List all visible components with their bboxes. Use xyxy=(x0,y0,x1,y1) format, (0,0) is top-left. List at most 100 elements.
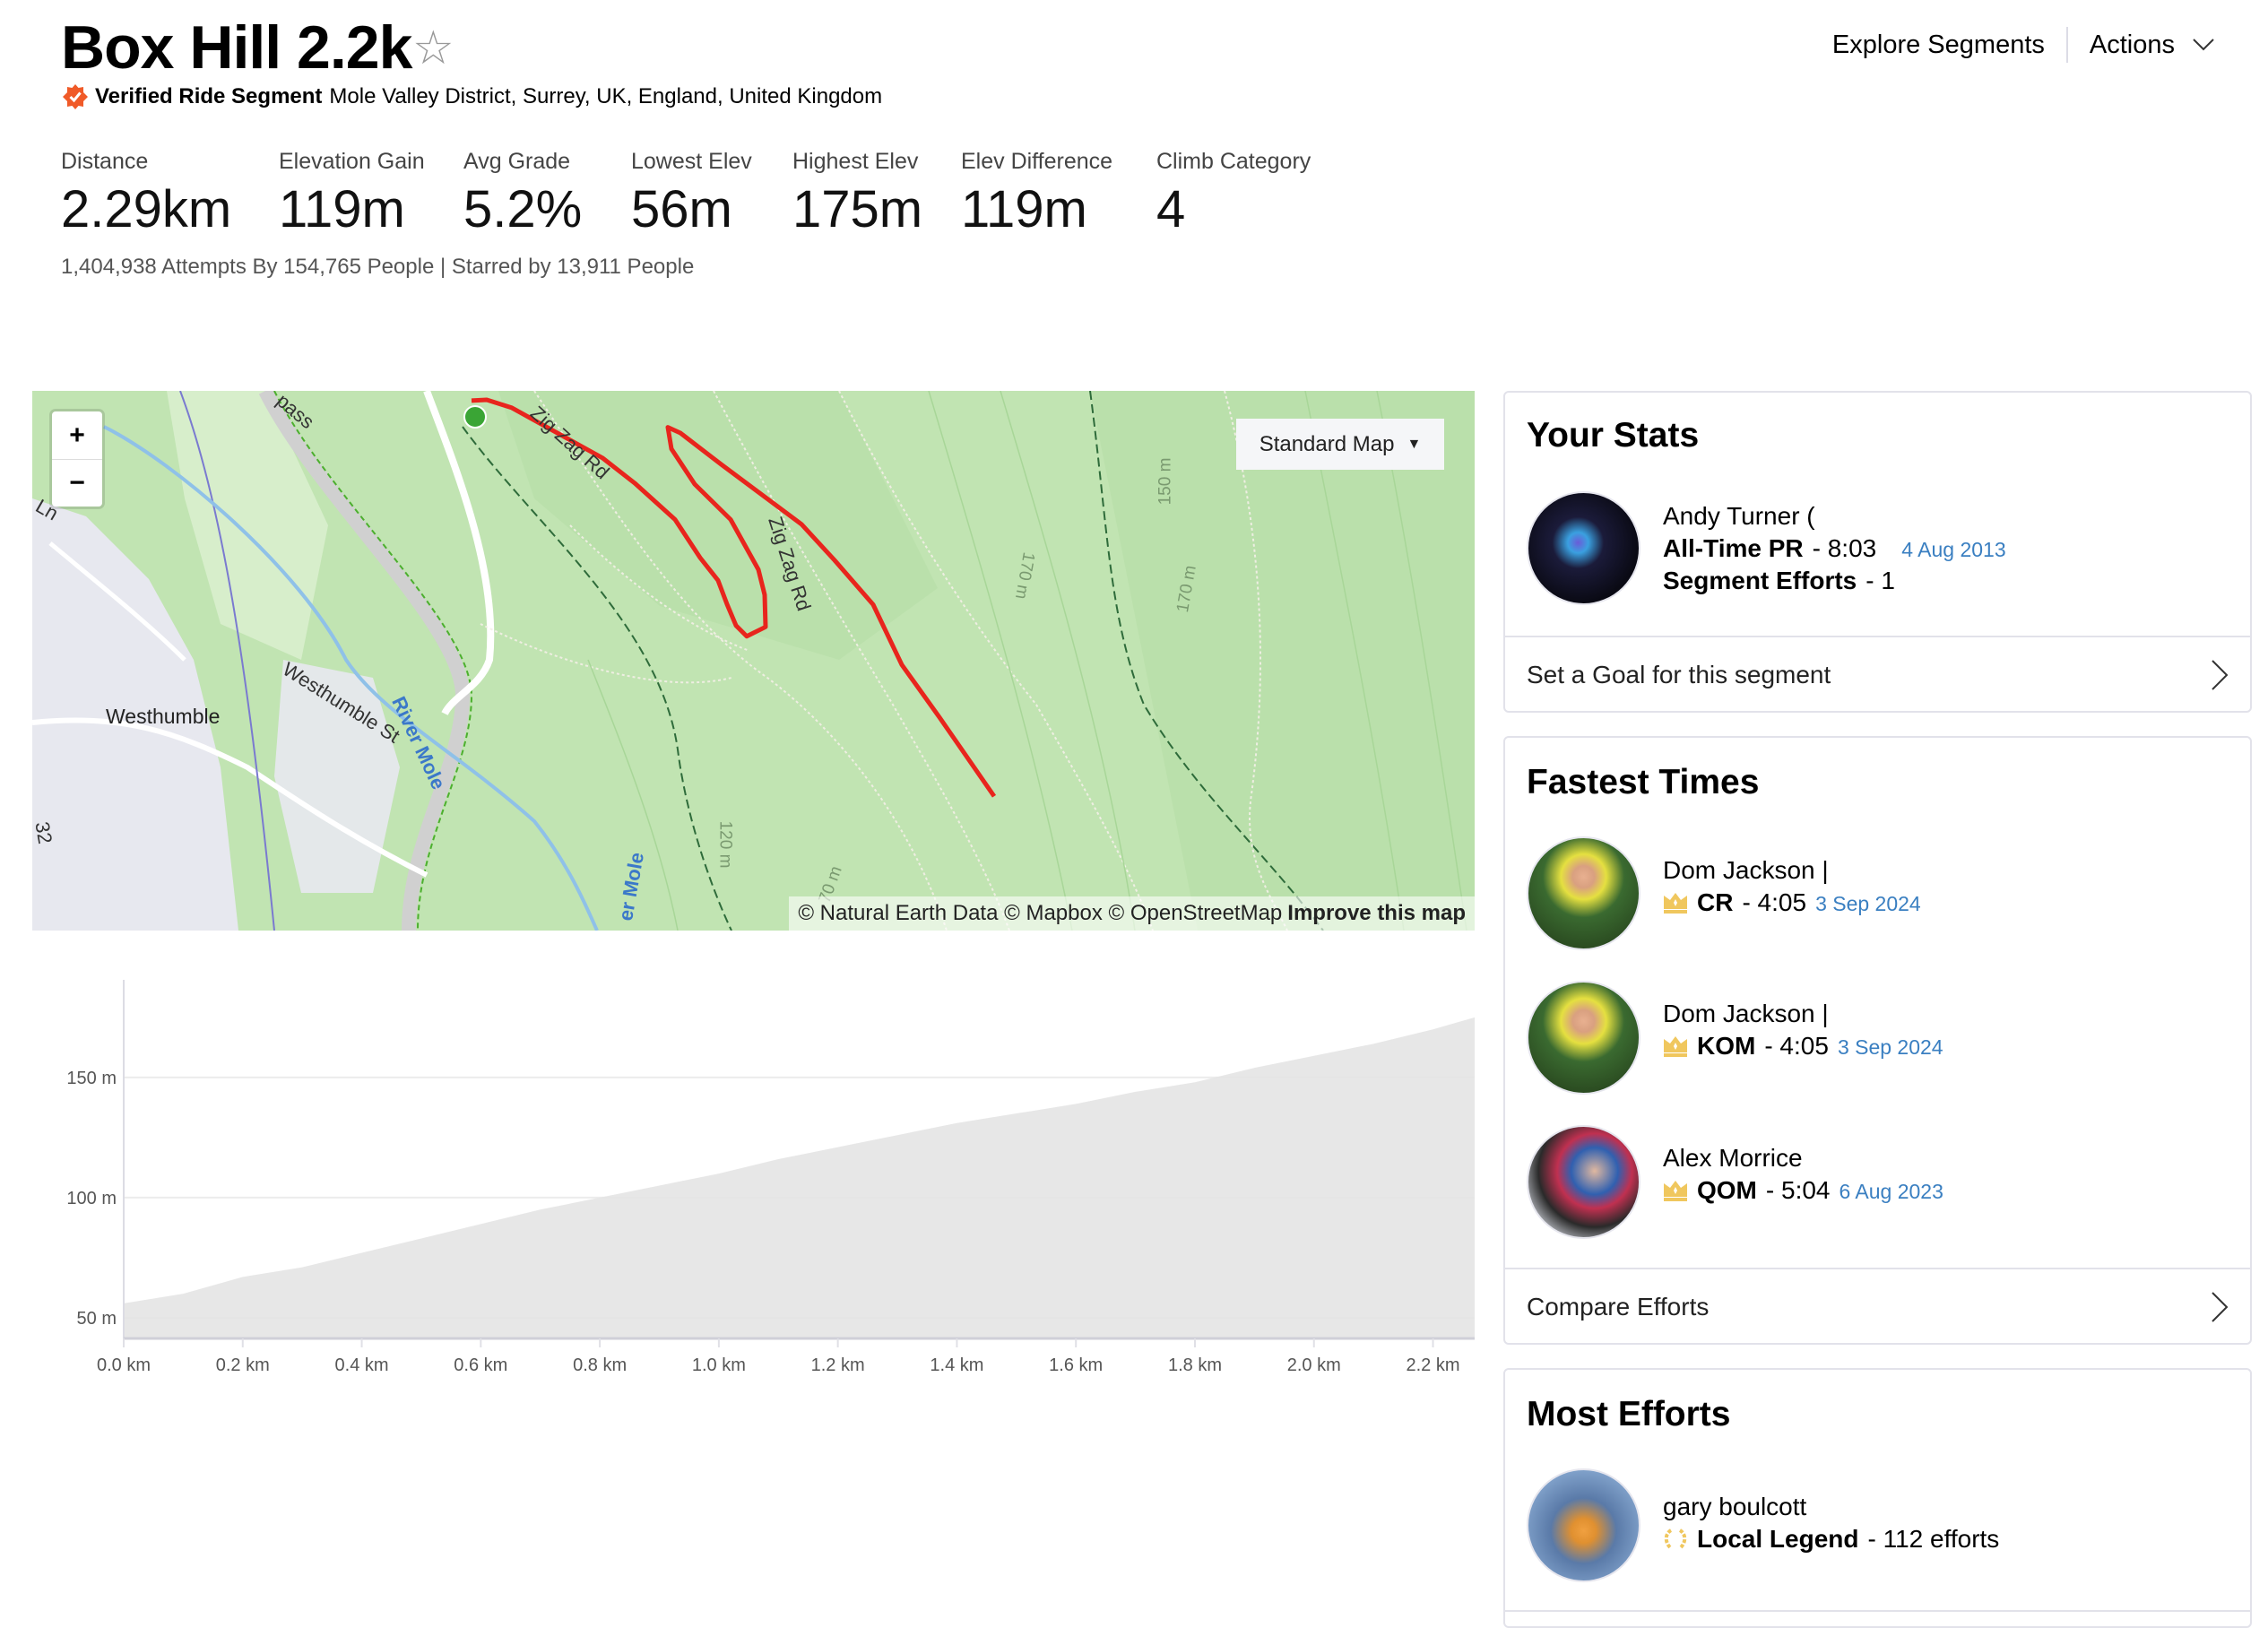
set-goal-link[interactable]: Set a Goal for this segment xyxy=(1527,637,2229,713)
map-zoom-controls: + − xyxy=(52,411,102,507)
avatar[interactable] xyxy=(1527,1468,1640,1582)
actions-label: Actions xyxy=(2089,30,2175,59)
chevron-down-icon xyxy=(2193,39,2214,51)
name-text: Andy Turner ( xyxy=(1663,502,1815,530)
athlete-name[interactable]: Andy Turner ( xyxy=(1663,502,1815,531)
x-tick-label: 0.0 km xyxy=(97,1355,151,1375)
record-date-link[interactable]: 3 Sep 2024 xyxy=(1838,1035,1943,1060)
map-label: 32 xyxy=(32,819,57,846)
your-stats-panel: Your Stats Andy Turner ( All-Time PR - 8… xyxy=(1503,391,2252,713)
name-text: Dom Jackson | xyxy=(1663,856,1829,884)
panel-title: Your Stats xyxy=(1527,416,1700,455)
compare-efforts-label: Compare Efforts xyxy=(1527,1293,1710,1321)
map-style-select[interactable]: Standard Map ▼ xyxy=(1236,419,1444,470)
stat-label: Elevation Gain xyxy=(279,149,425,174)
record-label: QOM xyxy=(1697,1176,1757,1204)
pr-value: - 8:03 xyxy=(1812,534,1877,562)
map-style-label: Standard Map xyxy=(1259,431,1395,456)
top-nav: Explore Segments Actions xyxy=(1832,25,2214,65)
legend-value: - 112 efforts xyxy=(1867,1525,2000,1553)
stat-label: Avg Grade xyxy=(463,149,571,174)
athlete-name[interactable]: Dom Jackson | xyxy=(1663,856,1829,885)
x-tick-label: 2.2 km xyxy=(1407,1355,1460,1375)
avatar[interactable] xyxy=(1527,981,1640,1095)
divider xyxy=(1505,1610,2250,1612)
record-label: KOM xyxy=(1697,1032,1756,1060)
name-text: gary boulcott xyxy=(1663,1493,1807,1520)
stat-label: Distance xyxy=(61,149,149,174)
avatar[interactable] xyxy=(1527,836,1640,950)
stat-label: Climb Category xyxy=(1156,149,1311,174)
panel-title: Fastest Times xyxy=(1527,763,1760,801)
improve-map-link[interactable]: Improve this map xyxy=(1287,901,1466,926)
pr-line: All-Time PR - 8:03 4 Aug 2013 xyxy=(1663,534,2006,563)
pr-label: All-Time PR xyxy=(1663,534,1804,562)
caret-down-icon: ▼ xyxy=(1407,436,1422,452)
most-efforts-panel: Most Efforts gary boulcott Local Legend … xyxy=(1503,1368,2252,1628)
star-outline-icon[interactable]: ☆ xyxy=(412,22,454,75)
zoom-in-button[interactable]: + xyxy=(52,411,102,459)
athlete-name[interactable]: gary boulcott xyxy=(1663,1493,1806,1521)
avatar[interactable] xyxy=(1527,491,1640,605)
record-time: - 4:05 xyxy=(1742,888,1807,916)
y-tick-label: 100 m xyxy=(66,1189,117,1208)
segment-map[interactable]: Westhumble River Mole er Mole Westhumble… xyxy=(32,391,1475,931)
set-goal-label: Set a Goal for this segment xyxy=(1527,661,1831,688)
stat-value: 56m xyxy=(631,180,732,238)
x-tick-label: 0.4 km xyxy=(335,1355,389,1375)
stat-value: 119m xyxy=(961,180,1087,238)
y-tick-label: 150 m xyxy=(66,1069,117,1088)
stat-label: Highest Elev xyxy=(792,149,919,174)
legend-line: Local Legend - 112 efforts xyxy=(1663,1525,1999,1554)
zoom-out-button[interactable]: − xyxy=(52,459,102,507)
stat-value: 5.2% xyxy=(463,180,583,238)
efforts-line: Segment Efforts - 1 xyxy=(1663,567,1895,595)
attribution-text: © Natural Earth Data © Mapbox © OpenStre… xyxy=(798,901,1283,925)
map-label: Westhumble xyxy=(106,705,221,728)
verified-label: Verified Ride Segment xyxy=(95,84,323,108)
map-label: 120 m xyxy=(715,820,735,869)
crown-icon xyxy=(1664,893,1687,914)
page-title: Box Hill 2.2k xyxy=(61,13,412,82)
record-date-link[interactable]: 3 Sep 2024 xyxy=(1815,892,1921,916)
actions-button[interactable]: Actions xyxy=(2090,30,2214,60)
x-tick-label: 1.0 km xyxy=(692,1355,746,1375)
efforts-label: Segment Efforts xyxy=(1663,567,1857,594)
chevron-right-icon xyxy=(2212,660,2229,690)
panel-title: Most Efforts xyxy=(1527,1395,1731,1433)
stat-value: 2.29km xyxy=(61,180,232,238)
start-marker xyxy=(463,405,487,429)
x-tick-label: 1.6 km xyxy=(1049,1355,1103,1375)
record-time: - 4:05 xyxy=(1764,1032,1829,1060)
compare-efforts-link[interactable]: Compare Efforts xyxy=(1527,1269,2229,1345)
laurel-icon xyxy=(1664,1528,1687,1550)
segment-subtitle: Verified Ride Segment Mole Valley Distri… xyxy=(63,84,882,109)
record-date-link[interactable]: 6 Aug 2023 xyxy=(1840,1180,1943,1204)
name-text: Dom Jackson | xyxy=(1663,1000,1829,1027)
map-label: 150 m xyxy=(1156,457,1175,506)
elevation-profile-chart[interactable]: 50 m 100 m 150 m 0.0 km 0.2 km 0.4 km 0.6 km 0.… xyxy=(0,968,1488,1399)
pr-date-link[interactable]: 4 Aug 2013 xyxy=(1901,538,2005,562)
record-line: QOM - 5:04 6 Aug 2023 xyxy=(1663,1176,1943,1205)
chevron-right-icon xyxy=(2212,1292,2229,1322)
map-attribution: © Natural Earth Data © Mapbox © OpenStre… xyxy=(789,896,1475,931)
elevation-area xyxy=(124,1017,1475,1338)
explore-segments-link[interactable]: Explore Segments xyxy=(1832,30,2045,60)
crown-icon xyxy=(1664,1036,1687,1057)
y-tick-label: 50 m xyxy=(77,1309,117,1329)
athlete-name[interactable]: Alex Morrice xyxy=(1663,1144,1803,1173)
x-tick-label: 2.0 km xyxy=(1287,1355,1341,1375)
verified-badge-icon xyxy=(63,84,88,109)
avatar[interactable] xyxy=(1527,1125,1640,1239)
record-label: CR xyxy=(1697,888,1734,916)
athlete-name[interactable]: Dom Jackson | xyxy=(1663,1000,1829,1028)
stat-value: 119m xyxy=(279,180,405,238)
location: Mole Valley District, Surrey, UK, Englan… xyxy=(329,84,883,108)
x-tick-label: 1.2 km xyxy=(811,1355,865,1375)
x-tick-label: 0.2 km xyxy=(216,1355,270,1375)
crown-icon xyxy=(1664,1181,1687,1201)
x-tick-label: 1.4 km xyxy=(930,1355,983,1375)
stat-value: 175m xyxy=(792,180,923,238)
record-time: - 5:04 xyxy=(1765,1176,1831,1204)
x-tick-label: 0.6 km xyxy=(454,1355,507,1375)
